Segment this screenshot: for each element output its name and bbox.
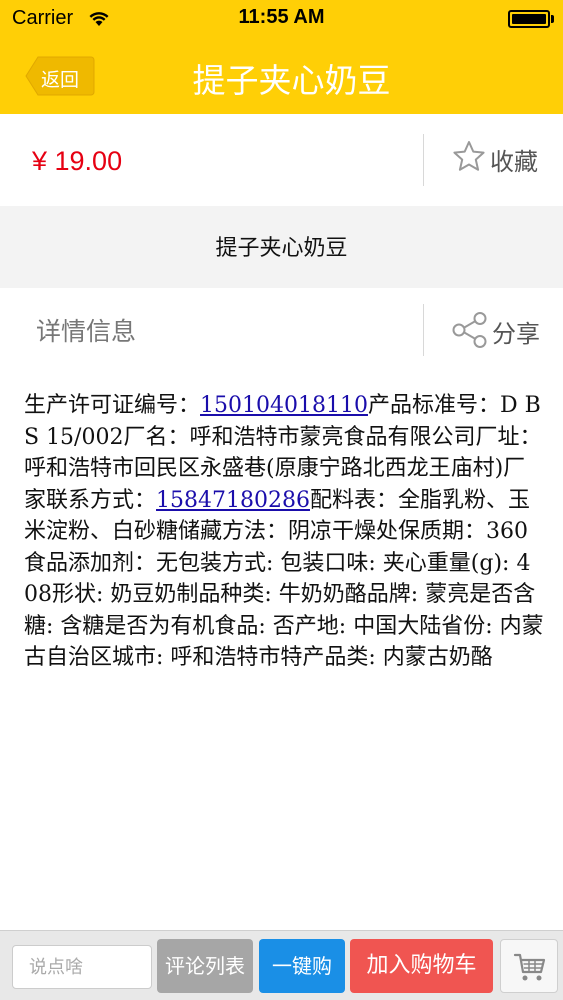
- description-text: 生产许可证编号：150104018110产品标准号：D B S 15/002厂名…: [24, 390, 544, 674]
- product-description: 生产许可证编号：150104018110产品标准号：D B S 15/002厂名…: [0, 372, 563, 930]
- clock: 11:55 AM: [238, 6, 325, 28]
- license-number-link[interactable]: 150104018110: [200, 393, 368, 418]
- back-button-label: 返回: [41, 70, 80, 91]
- description-part: 配料表：全脂乳粉、玉米淀粉、白砂糖储藏方法：阴凉干燥处保质期：360食品添加剂：…: [24, 487, 544, 671]
- star-icon: [453, 141, 485, 171]
- price-row: ¥ 19.00 收藏: [0, 114, 563, 206]
- share-label: 分享: [492, 320, 540, 348]
- details-label: 详情信息: [36, 317, 137, 346]
- status-bar: Carrier 11:55 AM: [0, 0, 563, 36]
- favorite-button[interactable]: 收藏: [452, 136, 552, 180]
- bottom-toolbar: 评论列表 一键购 加入购物车: [0, 930, 563, 1000]
- description-part: 生产许可证编号：: [24, 393, 201, 418]
- add-to-cart-button[interactable]: 加入购物车: [350, 939, 493, 993]
- comments-list-button[interactable]: 评论列表: [157, 939, 253, 993]
- share-icon: [452, 312, 487, 348]
- favorite-label: 收藏: [490, 148, 538, 176]
- product-name: 提子夹心奶豆: [215, 236, 348, 261]
- details-header: 详情信息 分享: [0, 288, 563, 372]
- battery-tip: [551, 15, 554, 23]
- back-button[interactable]: 返回: [25, 56, 95, 96]
- cart-icon: [513, 953, 546, 981]
- divider: [423, 304, 424, 356]
- product-price: ¥ 19.00: [32, 146, 123, 176]
- buy-now-button[interactable]: 一键购: [259, 939, 345, 993]
- share-button[interactable]: 分享: [450, 308, 560, 354]
- product-name-row: 提子夹心奶豆: [0, 206, 563, 284]
- navigation-bar: 返回 提子夹心奶豆: [0, 36, 563, 114]
- page-title: 提子夹心奶豆: [192, 61, 391, 100]
- divider: [423, 134, 424, 186]
- shopping-cart-button[interactable]: [500, 939, 558, 993]
- phone-number-link[interactable]: 15847180286: [156, 488, 310, 513]
- battery-icon: [508, 10, 550, 28]
- comment-input[interactable]: [12, 945, 152, 989]
